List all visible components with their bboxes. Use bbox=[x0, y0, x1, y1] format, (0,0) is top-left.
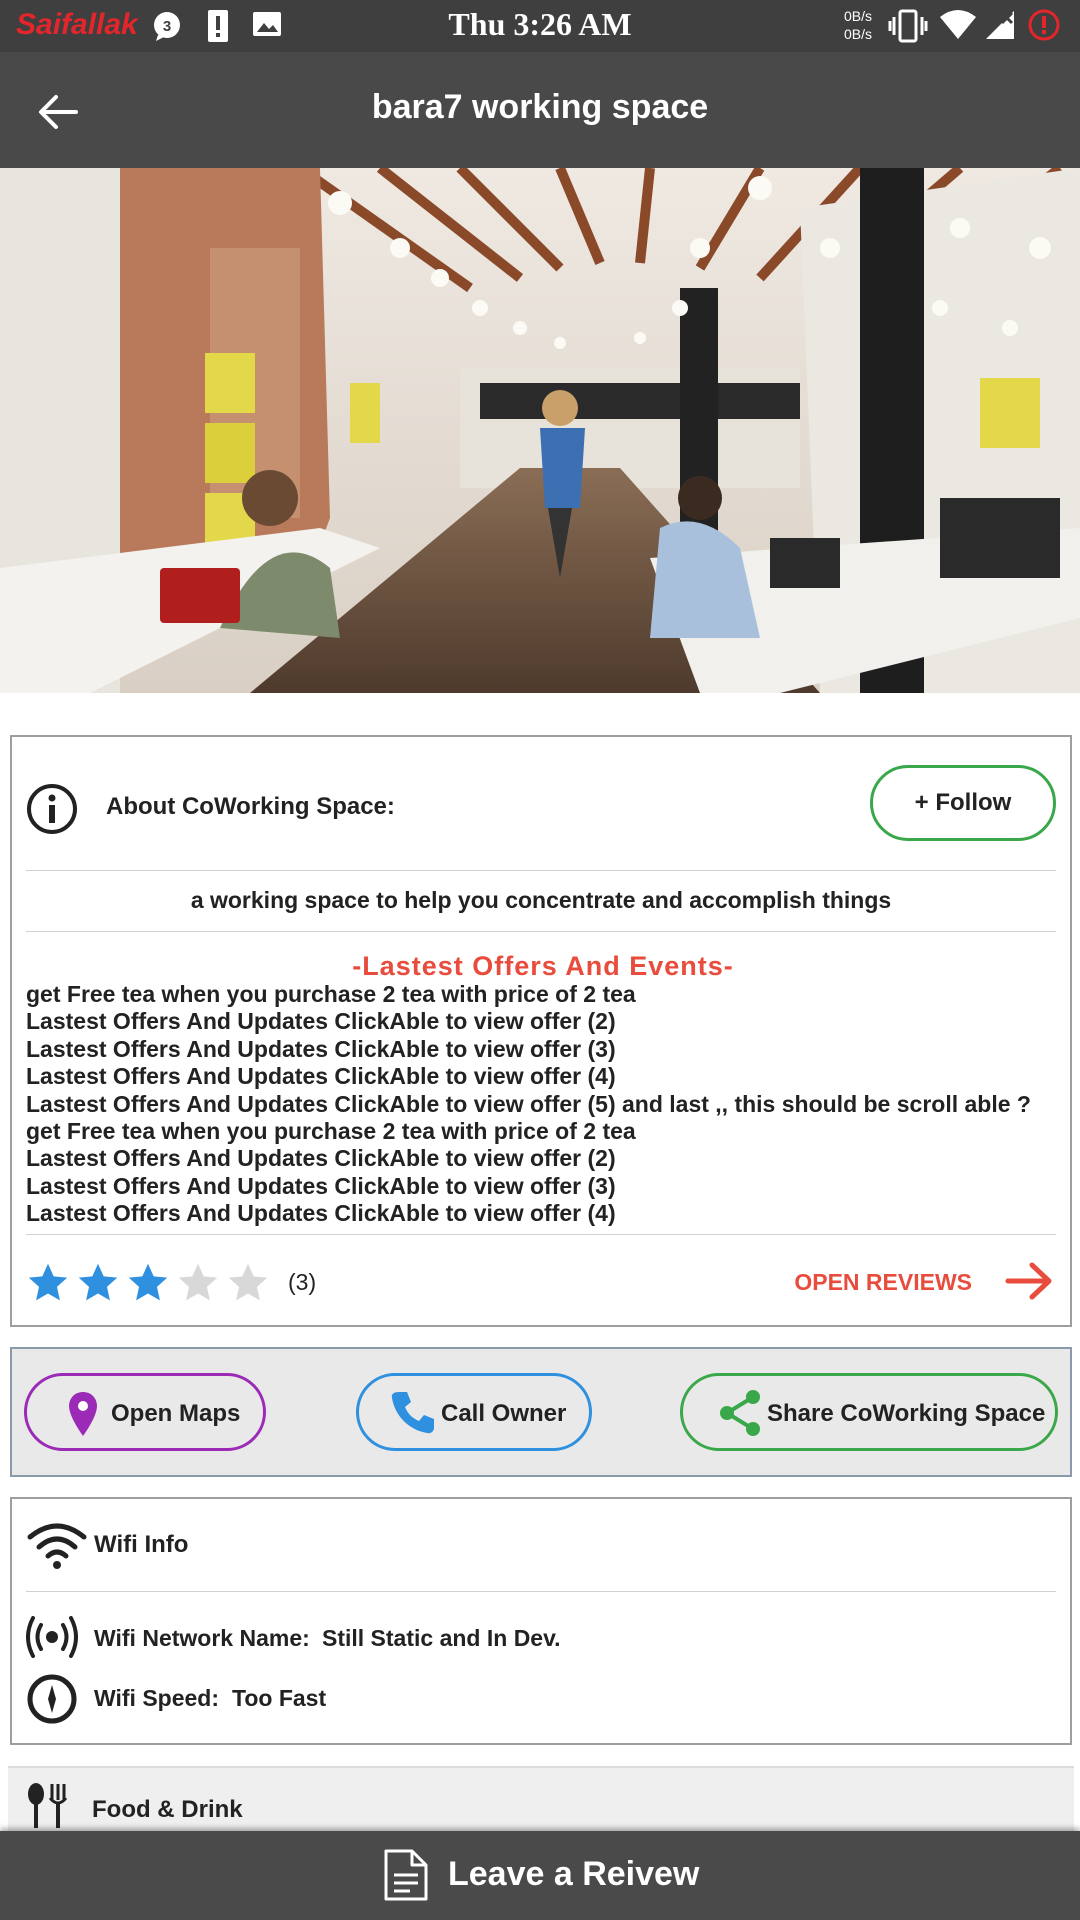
document-icon bbox=[384, 1849, 428, 1901]
vibrate-icon bbox=[888, 9, 928, 43]
call-owner-button[interactable]: Call Owner bbox=[356, 1373, 592, 1451]
share-button[interactable]: Share CoWorking Space bbox=[680, 1373, 1058, 1451]
wifi-icon bbox=[27, 1523, 87, 1569]
wifi-speed-label: Wifi Speed: bbox=[94, 1685, 220, 1711]
error-icon bbox=[1028, 9, 1060, 41]
map-pin-icon bbox=[69, 1392, 97, 1436]
signal-icon bbox=[986, 11, 1014, 39]
app-bar: bara7 working space bbox=[0, 52, 1080, 168]
star-icon bbox=[228, 1263, 268, 1301]
divider bbox=[26, 870, 1056, 871]
divider bbox=[26, 931, 1056, 932]
offer-item[interactable]: Lastest Offers And Updates ClickAble to … bbox=[26, 1173, 1056, 1200]
share-icon bbox=[720, 1390, 760, 1436]
actions-card: Open Maps Call Owner Share CoWorking Spa… bbox=[10, 1347, 1072, 1477]
wifi-network-value: Still Static and In Dev. bbox=[322, 1625, 561, 1651]
status-bar: Saifallak 3 Thu 3:26 AM 0B/s 0B/s bbox=[0, 0, 1080, 52]
info-icon bbox=[27, 784, 77, 834]
divider bbox=[26, 1591, 1056, 1592]
net-speed: 0B/s 0B/s bbox=[836, 7, 872, 43]
star-icon bbox=[128, 1263, 168, 1301]
page-title: bara7 working space bbox=[371, 88, 709, 126]
offer-item[interactable]: Lastest Offers And Updates ClickAble to … bbox=[26, 1091, 1056, 1118]
call-owner-label: Call Owner bbox=[441, 1400, 567, 1427]
offer-item[interactable]: get Free tea when you purchase 2 tea wit… bbox=[26, 981, 1056, 1008]
food-drink-label: Food & Drink bbox=[92, 1796, 243, 1823]
wifi-network-label: Wifi Network Name: bbox=[94, 1625, 310, 1651]
offers-list[interactable]: get Free tea when you purchase 2 tea wit… bbox=[26, 981, 1056, 1233]
star-icon bbox=[178, 1263, 218, 1301]
coworking-space-photo bbox=[0, 168, 1080, 693]
rating-row: (3) OPEN REVIEWS bbox=[26, 1257, 1056, 1307]
open-maps-label: Open Maps bbox=[111, 1400, 241, 1427]
offer-item[interactable]: get Free tea when you purchase 2 tea wit… bbox=[26, 1118, 1056, 1145]
cutlery-icon bbox=[28, 1783, 68, 1828]
offer-item[interactable]: Lastest Offers And Updates ClickAble to … bbox=[26, 1200, 1056, 1227]
offer-item[interactable]: Lastest Offers And Updates ClickAble to … bbox=[26, 1145, 1056, 1172]
open-reviews-link[interactable]: OPEN REVIEWS bbox=[794, 1269, 972, 1296]
wifi-info-title: Wifi Info bbox=[94, 1531, 189, 1558]
offer-item[interactable]: Lastest Offers And Updates ClickAble to … bbox=[26, 1063, 1056, 1090]
about-description: a working space to help you concentrate … bbox=[190, 887, 892, 913]
leave-review-button[interactable]: Leave a Reivew bbox=[0, 1831, 1080, 1920]
offers-title: -Lastest Offers And Events- bbox=[352, 951, 734, 981]
speedometer-icon bbox=[27, 1674, 77, 1724]
open-maps-button[interactable]: Open Maps bbox=[24, 1373, 266, 1451]
wifi-card: Wifi Info Wifi Network Name: Still Stati… bbox=[10, 1497, 1072, 1745]
leave-review-label: Leave a Reivew bbox=[448, 1855, 700, 1893]
star-icon bbox=[78, 1263, 118, 1301]
star-icon bbox=[28, 1263, 68, 1301]
arrow-right-icon[interactable] bbox=[1004, 1259, 1056, 1303]
offer-item[interactable]: Lastest Offers And Updates ClickAble to … bbox=[26, 1036, 1056, 1063]
wifi-speed-value: Too Fast bbox=[232, 1685, 327, 1711]
wifi-icon bbox=[940, 10, 976, 39]
food-drink-section[interactable]: Food & Drink bbox=[8, 1766, 1074, 1838]
offer-item[interactable]: Lastest Offers And Updates ClickAble to … bbox=[26, 1008, 1056, 1035]
divider bbox=[26, 1234, 1056, 1235]
about-card: About CoWorking Space: + Follow a workin… bbox=[10, 735, 1072, 1327]
net-speed-up: 0B/s bbox=[843, 8, 872, 24]
follow-button[interactable]: + Follow bbox=[870, 765, 1056, 841]
about-label: About CoWorking Space: bbox=[106, 793, 395, 820]
phone-icon bbox=[391, 1392, 434, 1434]
share-label: Share CoWorking Space bbox=[767, 1400, 1046, 1427]
broadcast-icon bbox=[26, 1616, 78, 1658]
rating-count: (3) bbox=[288, 1269, 317, 1295]
net-speed-down: 0B/s bbox=[843, 26, 872, 42]
